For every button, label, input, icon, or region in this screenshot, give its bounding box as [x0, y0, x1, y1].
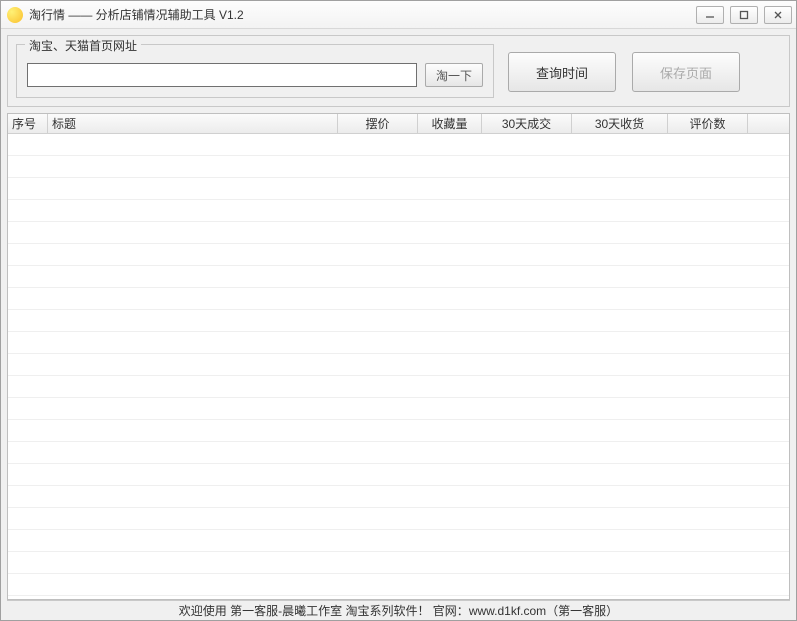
groupbox-legend: 淘宝、天猫首页网址	[25, 37, 141, 54]
table-row	[8, 486, 789, 508]
status-prefix: 欢迎使用 第一客服-晨曦工作室 淘宝系列软件！ 官网：	[179, 602, 469, 619]
close-button[interactable]	[764, 6, 792, 24]
col-index[interactable]: 序号	[8, 114, 48, 133]
table-row	[8, 354, 789, 376]
url-input[interactable]	[27, 63, 417, 87]
table-row	[8, 508, 789, 530]
window-title: 淘行情 —— 分析店铺情况辅助工具 V1.2	[29, 6, 696, 23]
header-scroll-gutter	[748, 114, 770, 133]
col-fav[interactable]: 收藏量	[418, 114, 482, 133]
col-title[interactable]: 标题	[48, 114, 338, 133]
table-row	[8, 134, 789, 156]
tao-button[interactable]: 淘一下	[425, 63, 483, 87]
query-time-button[interactable]: 查询时间	[508, 52, 616, 92]
col-price[interactable]: 摆价	[338, 114, 418, 133]
table-row	[8, 222, 789, 244]
maximize-button[interactable]	[730, 6, 758, 24]
table-row	[8, 442, 789, 464]
table-row	[8, 244, 789, 266]
table-row	[8, 288, 789, 310]
status-link[interactable]: www.d1kf.com	[469, 604, 546, 618]
table-row	[8, 574, 789, 596]
table-row	[8, 332, 789, 354]
status-suffix: （第一客服）	[546, 602, 618, 619]
col-reviews[interactable]: 评价数	[668, 114, 748, 133]
col-30recv[interactable]: 30天收货	[572, 114, 668, 133]
top-panel: 淘宝、天猫首页网址 淘一下 查询时间 保存页面	[7, 35, 790, 107]
table-row	[8, 552, 789, 574]
table-row	[8, 178, 789, 200]
maximize-icon	[739, 10, 749, 20]
col-30deal[interactable]: 30天成交	[482, 114, 572, 133]
table-row	[8, 398, 789, 420]
url-groupbox: 淘宝、天猫首页网址 淘一下	[16, 44, 494, 98]
table-row	[8, 464, 789, 486]
window-controls	[696, 6, 792, 24]
app-icon	[7, 7, 23, 23]
client-area: 淘宝、天猫首页网址 淘一下 查询时间 保存页面 序号 标题 摆价 收藏量 30天…	[1, 29, 796, 620]
table-row	[8, 376, 789, 398]
minimize-button[interactable]	[696, 6, 724, 24]
table-row	[8, 200, 789, 222]
close-icon	[773, 10, 783, 20]
table-row	[8, 420, 789, 442]
table-header: 序号 标题 摆价 收藏量 30天成交 30天收货 评价数	[8, 114, 789, 134]
table-row	[8, 156, 789, 178]
table-row	[8, 530, 789, 552]
save-page-button[interactable]: 保存页面	[632, 52, 740, 92]
minimize-icon	[705, 10, 715, 20]
table-body	[8, 134, 789, 599]
statusbar: 欢迎使用 第一客服-晨曦工作室 淘宝系列软件！ 官网： www.d1kf.com…	[7, 600, 790, 620]
titlebar: 淘行情 —— 分析店铺情况辅助工具 V1.2	[1, 1, 796, 29]
results-table: 序号 标题 摆价 收藏量 30天成交 30天收货 评价数	[7, 113, 790, 600]
app-window: 淘行情 —— 分析店铺情况辅助工具 V1.2 淘宝、天猫首页网址 淘一下 查询时…	[0, 0, 797, 621]
table-row	[8, 310, 789, 332]
table-row	[8, 266, 789, 288]
